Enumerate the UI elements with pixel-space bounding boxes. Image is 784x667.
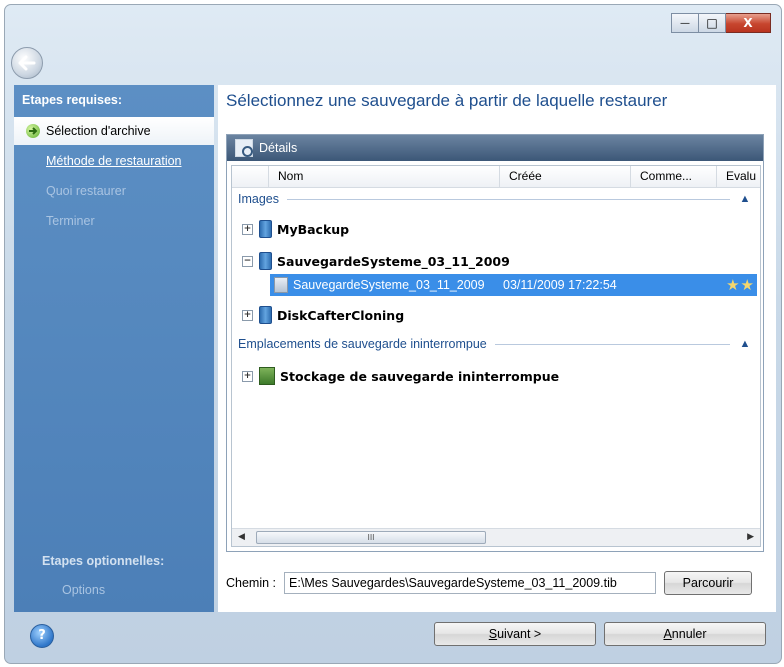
optional-steps-heading: Etapes optionnelles:	[42, 554, 165, 568]
step-restore-method[interactable]: Méthode de restauration	[14, 147, 214, 175]
next-accel-key: S	[488, 627, 498, 641]
cancel-accel-key: A	[663, 627, 672, 641]
column-comment[interactable]: Comme...	[630, 166, 716, 187]
close-button[interactable]: X	[726, 13, 771, 33]
steps-sidebar: Etapes requises: Sélection d'archive Mét…	[14, 85, 214, 612]
column-name[interactable]: Nom	[268, 166, 499, 187]
list-item[interactable]: − SauvegardeSysteme_03_11_2009	[242, 250, 510, 272]
details-header: Détails	[227, 135, 763, 161]
step-label: Sélection d'archive	[46, 124, 151, 138]
scroll-thumb[interactable]: III	[256, 531, 486, 544]
back-button[interactable]	[11, 47, 43, 79]
main-content: Sélectionnez une sauvegarde à partir de …	[218, 85, 776, 612]
step-archive-selection[interactable]: Sélection d'archive	[14, 117, 214, 145]
group-label: Emplacements de sauvegarde ininterrompue	[238, 337, 487, 351]
step-label: Quoi restaurer	[46, 184, 126, 198]
list-item[interactable]: + DiskCafterCloning	[242, 304, 404, 326]
collapse-chevron-icon[interactable]: ▲	[738, 338, 752, 350]
item-name: DiskCafterCloning	[277, 307, 405, 323]
path-input[interactable]: E:\Mes Sauvegardes\SauvegardeSysteme_03_…	[284, 572, 657, 594]
item-name: MyBackup	[277, 221, 350, 237]
item-name: SauvegardeSysteme_03_11_2009	[277, 253, 510, 269]
backup-file-icon	[274, 277, 288, 293]
list-item[interactable]: + MyBackup	[242, 218, 349, 240]
window-controls: — □ X	[671, 13, 771, 33]
scroll-left-icon[interactable]: ◀	[238, 529, 245, 546]
path-row: Chemin : E:\Mes Sauvegardes\SauvegardeSy…	[226, 569, 774, 597]
title-bar: — □ X	[5, 5, 781, 81]
page-title: Sélectionnez une sauvegarde à partir de …	[226, 91, 668, 110]
details-icon	[235, 139, 253, 157]
expand-icon[interactable]: +	[242, 223, 253, 235]
scroll-right-icon[interactable]: ▶	[747, 529, 754, 546]
storage-icon	[259, 367, 275, 385]
cancel-label: nnuler	[671, 627, 707, 641]
cancel-button[interactable]: Annuler	[604, 622, 766, 646]
required-steps-heading: Etapes requises:	[22, 93, 123, 107]
next-label: uivant >	[497, 627, 542, 641]
group-continuous-backup[interactable]: Emplacements de sauvegarde ininterrompue…	[238, 336, 752, 352]
step-what-to-restore: Quoi restaurer	[14, 177, 214, 205]
path-label: Chemin :	[226, 576, 277, 590]
step-finish: Terminer	[14, 207, 214, 235]
current-step-arrow-icon	[26, 124, 40, 138]
backup-name: SauvegardeSysteme_03_11_2009	[293, 278, 485, 292]
disk-icon	[259, 306, 272, 324]
backup-created: 03/11/2009 17:22:54	[503, 278, 617, 292]
archive-list[interactable]: Nom Créée Comme... Evalu Images ▲ + MyBa…	[231, 165, 761, 547]
maximize-button[interactable]: □	[699, 13, 726, 33]
wizard-window: — □ X Etapes requises: Sélection d'archi…	[4, 4, 782, 664]
expand-icon[interactable]: +	[242, 309, 253, 321]
step-label: Terminer	[46, 214, 95, 228]
minimize-button[interactable]: —	[671, 13, 699, 33]
footer: ? Suivant > Annuler	[14, 616, 776, 660]
browse-button[interactable]: Parcourir	[664, 571, 753, 595]
details-title: Détails	[259, 141, 298, 155]
step-options: Options	[62, 583, 106, 597]
help-icon[interactable]: ?	[30, 624, 54, 648]
group-divider	[287, 198, 730, 200]
disk-icon	[259, 220, 272, 238]
column-rating[interactable]: Evalu	[716, 166, 760, 187]
step-label: Méthode de restauration	[46, 154, 182, 168]
item-name: Stockage de sauvegarde ininterrompue	[280, 368, 560, 384]
expand-icon[interactable]: +	[242, 370, 253, 382]
group-label: Images	[238, 192, 279, 206]
group-divider	[494, 343, 730, 345]
back-arrow-icon	[18, 55, 36, 71]
rating-stars-icon: ★★	[726, 277, 755, 294]
column-header: Nom Créée Comme... Evalu	[232, 166, 760, 188]
group-images[interactable]: Images ▲	[238, 191, 752, 207]
collapse-chevron-icon[interactable]: ▲	[738, 193, 752, 205]
list-item[interactable]: + Stockage de sauvegarde ininterrompue	[242, 365, 559, 387]
horizontal-scrollbar[interactable]: ◀ III ▶	[232, 528, 760, 546]
disk-icon	[259, 252, 272, 270]
next-button[interactable]: Suivant >	[434, 622, 596, 646]
column-created[interactable]: Créée	[499, 166, 630, 187]
details-panel: Détails Nom Créée Comme... Evalu Images …	[226, 134, 764, 552]
selected-backup-row[interactable]: SauvegardeSysteme_03_11_2009 03/11/2009 …	[270, 274, 757, 296]
collapse-icon[interactable]: −	[242, 255, 253, 267]
